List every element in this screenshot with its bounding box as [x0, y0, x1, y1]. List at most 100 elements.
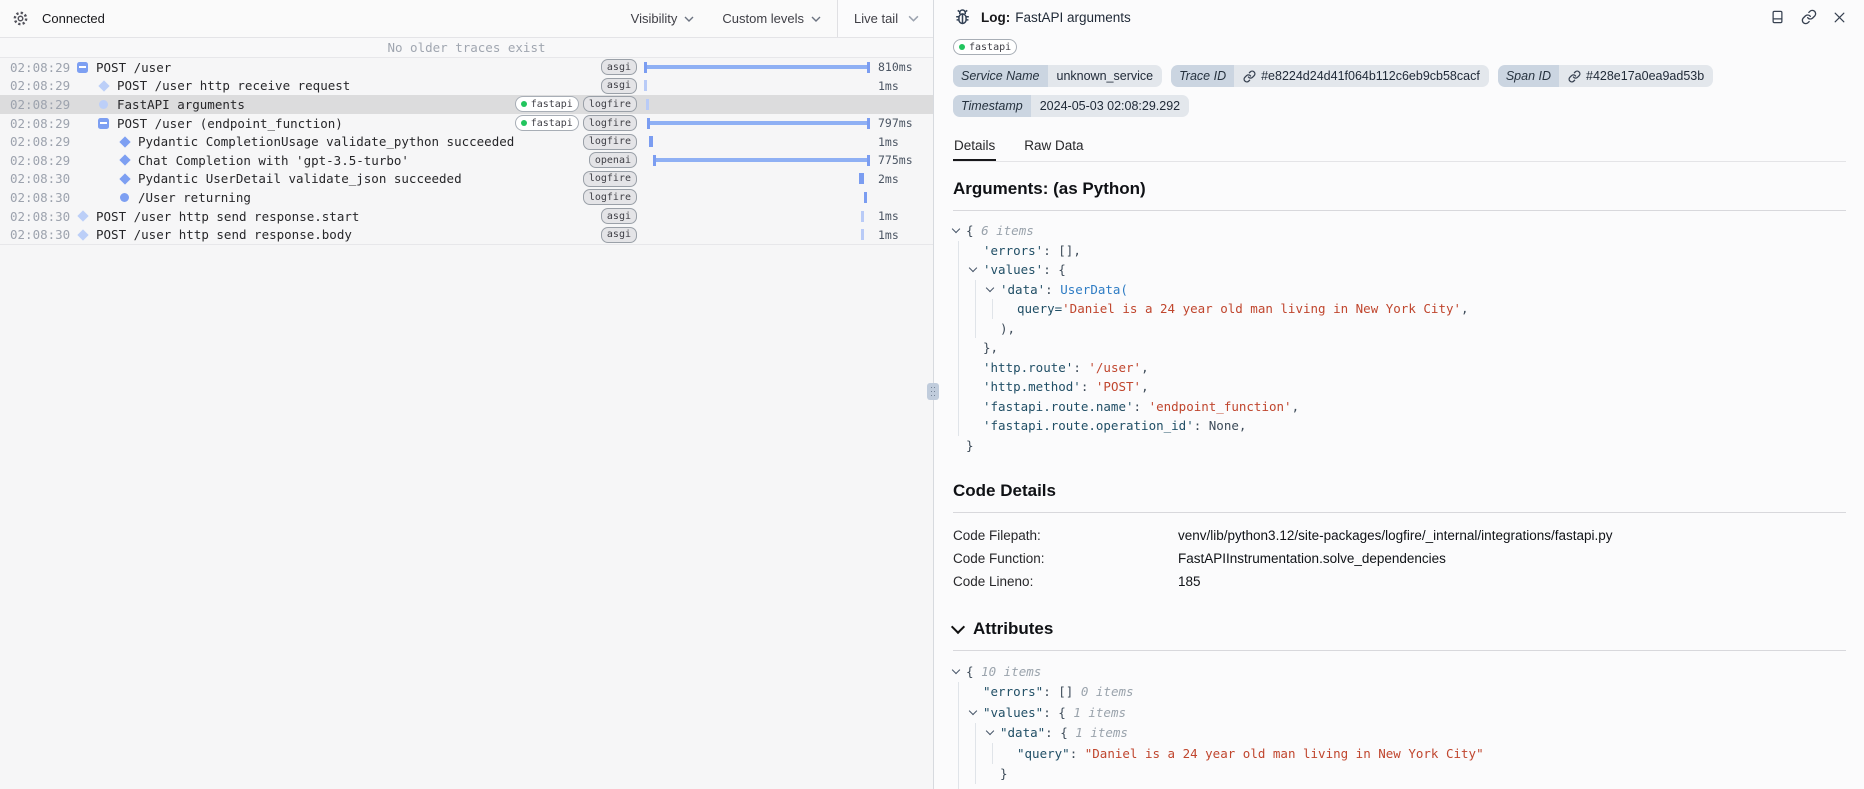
- duration-bar: [653, 158, 870, 162]
- indent-guide: [958, 241, 970, 261]
- code-line: 'values': {: [953, 260, 1864, 280]
- code-token: : [],: [1043, 243, 1081, 258]
- indent-guide: [958, 784, 970, 789]
- trace-row-label: Pydantic CompletionUsage validate_python…: [138, 134, 577, 149]
- panel-layout-icon[interactable]: [1770, 9, 1785, 25]
- trace-row-tags: asgi: [601, 227, 637, 243]
- trace-row[interactable]: 02:08:30 Pydantic UserDetail validate_jso…: [0, 170, 933, 189]
- code-line: 'fastapi.route.operation_id': None,: [953, 416, 1864, 436]
- tag-fastapi: fastapi: [515, 115, 579, 131]
- indent-guide: [975, 319, 987, 339]
- indent-guide: [958, 358, 970, 378]
- code-token: {: [966, 223, 981, 238]
- trace-row[interactable]: 02:08:29POST /user (endpoint_function)fa…: [0, 114, 933, 133]
- tree-chevron-icon[interactable]: [987, 731, 1000, 734]
- metadata-chip[interactable]: Span ID#428e17a0ea9ad53b: [1498, 65, 1713, 87]
- indent-guide: [958, 764, 970, 785]
- connection-status: Connected: [42, 11, 105, 26]
- indent-guide: [975, 299, 987, 319]
- circle-icon: [118, 193, 131, 202]
- code-token: :: [1073, 360, 1088, 375]
- circle-light-icon: [97, 100, 110, 109]
- trace-row-tags: logfire: [583, 171, 637, 187]
- indent-guide: [992, 299, 1004, 319]
- minus-icon: [97, 118, 110, 129]
- trace-row[interactable]: 02:08:29Chat Completion with 'gpt-3.5-tu…: [0, 151, 933, 170]
- close-icon[interactable]: [1833, 11, 1846, 24]
- live-tail-dropdown[interactable]: Live tail: [837, 0, 933, 37]
- duration-bar-cap: [644, 62, 647, 73]
- trace-row-time: 02:08:29: [10, 60, 63, 75]
- trace-row[interactable]: 02:08:29POST /userasgi810ms: [0, 58, 933, 77]
- chip-value-text: #428e17a0ea9ad53b: [1586, 65, 1704, 87]
- trace-row-time: 02:08:30: [10, 190, 63, 205]
- code-token: 'fastapi.route.operation_id': [983, 418, 1194, 433]
- tab-raw-data[interactable]: Raw Data: [1023, 131, 1084, 161]
- duration-tick: [859, 173, 864, 184]
- trace-row-time: 02:08:30: [10, 209, 63, 224]
- minus-icon: [76, 62, 89, 73]
- link-icon: [1568, 70, 1581, 83]
- panel-resize-handle[interactable]: [927, 383, 939, 400]
- trace-row-label: POST /user http receive request: [117, 78, 595, 93]
- trace-row-duration: 1ms: [871, 228, 925, 242]
- code-token: "values": [983, 705, 1043, 720]
- chip-value[interactable]: #428e17a0ea9ad53b: [1559, 65, 1713, 87]
- code-token: ,: [1461, 301, 1469, 316]
- tag-logfire: logfire: [583, 171, 637, 187]
- visibility-dropdown[interactable]: Visibility: [631, 11, 695, 26]
- duration-timeline: [644, 170, 871, 189]
- trace-row[interactable]: 02:08:29POST /user http receive requesta…: [0, 77, 933, 96]
- chip-value[interactable]: #e8224d24d41f064b112c6eb9cb58cacf: [1234, 65, 1489, 87]
- trace-row-label: Pydantic UserDetail validate_json succee…: [138, 171, 577, 186]
- metadata-chip[interactable]: Trace ID#e8224d24d41f064b112c6eb9cb58cac…: [1171, 65, 1489, 87]
- code-token: UserData(: [1060, 282, 1128, 297]
- trace-row[interactable]: 02:08:30/User returninglogfire: [0, 188, 933, 207]
- code-line: 'data': UserData(: [953, 280, 1864, 300]
- chip-label: Service Name: [953, 65, 1048, 87]
- tree-chevron-icon[interactable]: [953, 229, 966, 232]
- duration-timeline: [644, 77, 871, 96]
- duration-bar: [647, 121, 870, 125]
- trace-row[interactable]: 02:08:29FastAPI argumentsfastapilogfire: [0, 95, 933, 114]
- code-token: ,: [1141, 360, 1149, 375]
- indent-guide: [958, 682, 970, 703]
- indent-guide: [975, 743, 987, 764]
- trace-row-label: FastAPI arguments: [117, 97, 509, 112]
- collapse-minus-icon[interactable]: [98, 118, 109, 129]
- chevron-down-icon: [951, 620, 965, 634]
- tree-chevron-icon[interactable]: [970, 268, 983, 271]
- trace-row-label: POST /user http send response.body: [96, 227, 595, 242]
- trace-row[interactable]: 02:08:30POST /user http send response.st…: [0, 207, 933, 226]
- custom-levels-dropdown[interactable]: Custom levels: [722, 11, 837, 26]
- trace-row[interactable]: 02:08:30POST /user http send response.bo…: [0, 225, 933, 244]
- settings-button[interactable]: [12, 10, 29, 27]
- code-detail-label: Code Lineno:: [953, 570, 1178, 593]
- trace-row-tags: asgi: [601, 59, 637, 75]
- log-detail-panel: Log: FastAPI arguments fastapi Service N…: [934, 0, 1864, 789]
- code-token: : []: [1043, 684, 1081, 699]
- tab-details[interactable]: Details: [953, 131, 996, 161]
- duration-bar-cap: [867, 155, 870, 166]
- green-dot-icon: [521, 120, 527, 126]
- tree-chevron-icon[interactable]: [970, 711, 983, 714]
- log-circle-icon: [99, 100, 108, 109]
- code-detail-value: FastAPIInstrumentation.solve_dependencie…: [1178, 547, 1446, 570]
- link-icon[interactable]: [1801, 9, 1817, 25]
- trace-row-tags: fastapilogfire: [515, 115, 637, 131]
- tree-chevron-icon[interactable]: [987, 288, 1000, 291]
- arguments-python-tree: { 6 items'errors': [],'values': {'data':…: [953, 221, 1864, 455]
- code-token: :: [1045, 282, 1060, 297]
- collapse-minus-icon[interactable]: [77, 62, 88, 73]
- code-details-table: Code Filepath:venv/lib/python3.12/site-p…: [953, 524, 1864, 593]
- trace-row-time: 02:08:30: [10, 171, 63, 186]
- tree-chevron-icon[interactable]: [953, 670, 966, 673]
- metadata-chip: Service Nameunknown_service: [953, 65, 1162, 87]
- trace-row[interactable]: 02:08:29Pydantic CompletionUsage validat…: [0, 132, 933, 151]
- code-token: :: [1134, 399, 1149, 414]
- attributes-heading[interactable]: Attributes: [953, 619, 1846, 651]
- trace-row-label: POST /user (endpoint_function): [117, 116, 509, 131]
- trace-row-duration: 2ms: [871, 172, 925, 186]
- logfire-live-view: Connected Visibility Custom levels Live …: [0, 0, 1864, 789]
- duration-tick: [649, 136, 653, 147]
